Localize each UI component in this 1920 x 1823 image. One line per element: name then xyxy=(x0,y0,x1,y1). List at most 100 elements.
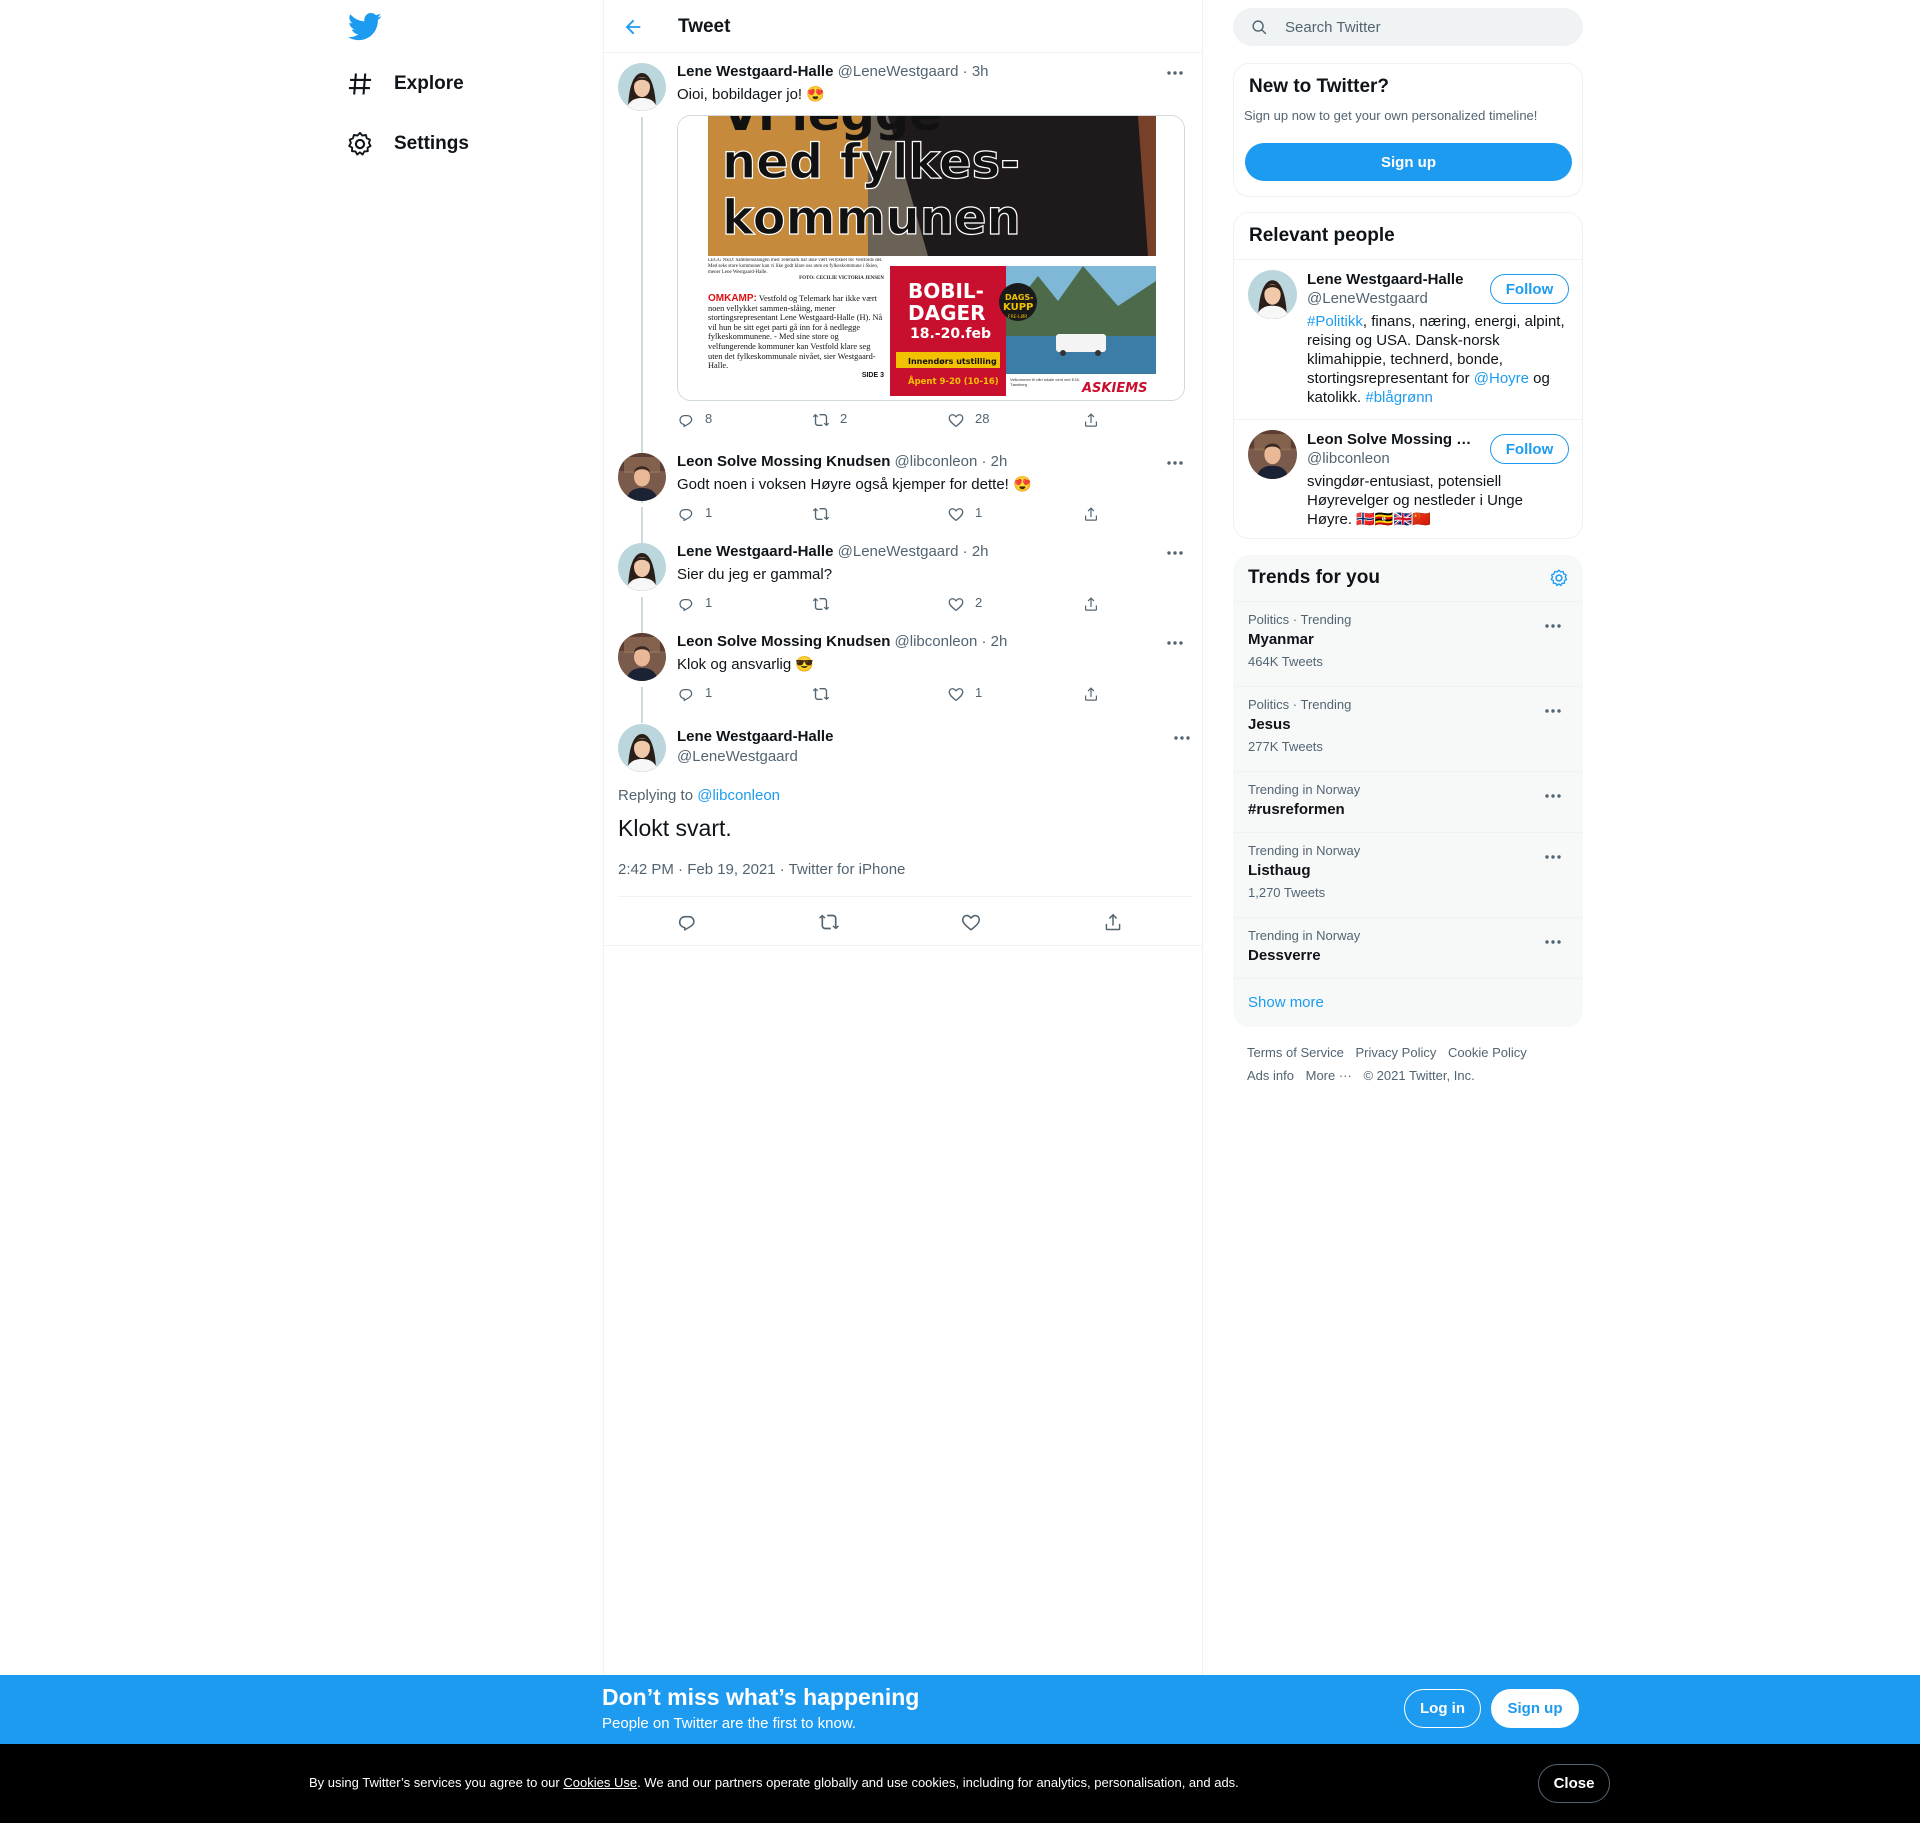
more-icon[interactable] xyxy=(1543,851,1563,863)
show-more-link[interactable]: Show more xyxy=(1248,994,1324,1011)
search-box[interactable] xyxy=(1233,8,1583,46)
tweet-time[interactable]: · 2h xyxy=(981,633,1007,650)
footer-link-ads[interactable]: Ads info xyxy=(1247,1068,1294,1083)
cookies-use-link[interactable]: Cookies Use xyxy=(563,1775,637,1790)
author-handle[interactable]: @libconleon xyxy=(895,633,978,650)
avatar[interactable] xyxy=(618,543,666,591)
share-action[interactable] xyxy=(1082,411,1110,429)
share-icon[interactable] xyxy=(1102,911,1124,933)
avatar[interactable] xyxy=(1248,430,1297,479)
gear-icon[interactable] xyxy=(1549,568,1569,588)
author-handle[interactable]: @LeneWestgaard xyxy=(677,748,798,765)
avatar[interactable] xyxy=(618,724,666,772)
more-icon[interactable] xyxy=(1543,936,1563,948)
reply-icon[interactable] xyxy=(676,911,698,933)
like-action[interactable]: 1 xyxy=(947,505,982,523)
author-name[interactable]: Lene Westgaard-Halle xyxy=(677,543,833,560)
person-name[interactable]: Lene Westgaard-Halle xyxy=(1307,271,1472,288)
person-name[interactable]: Leon Solve Mossing Knudsen xyxy=(1307,431,1472,448)
more-icon[interactable] xyxy=(1165,637,1185,649)
author-handle[interactable]: @libconleon xyxy=(895,453,978,470)
follow-button[interactable]: Follow xyxy=(1490,434,1569,464)
avatar[interactable] xyxy=(618,453,666,501)
retweet-icon[interactable] xyxy=(818,911,840,933)
nav-settings[interactable]: Settings xyxy=(346,124,469,164)
more-icon[interactable] xyxy=(1543,620,1563,632)
page-ref: SIDE 3 xyxy=(861,371,884,379)
person-card[interactable]: Lene Westgaard-Halle @LeneWestgaard Foll… xyxy=(1234,259,1582,419)
sign-up-button[interactable]: Sign up xyxy=(1491,1689,1579,1728)
reply-action[interactable]: 8 xyxy=(677,411,712,429)
like-icon xyxy=(947,411,965,429)
log-in-button[interactable]: Log in xyxy=(1404,1689,1481,1728)
show-more-row[interactable]: Show more xyxy=(1233,978,1583,1027)
footer-link-more[interactable]: More ··· xyxy=(1306,1068,1352,1083)
more-icon[interactable] xyxy=(1165,547,1185,559)
author-name[interactable]: Lene Westgaard-Halle xyxy=(677,728,833,745)
trend-item[interactable]: Trending in Norway Dessverre xyxy=(1233,917,1583,978)
share-action[interactable] xyxy=(1082,595,1110,613)
bio-mention-link[interactable]: @Hoyre xyxy=(1474,370,1529,387)
back-arrow-icon[interactable] xyxy=(622,16,644,38)
avatar[interactable] xyxy=(1248,270,1297,319)
thread-tweet[interactable]: Lene Westgaard-Halle @LeneWestgaard · 3h… xyxy=(618,63,1192,503)
retweet-icon xyxy=(812,595,830,613)
avatar[interactable] xyxy=(618,633,666,681)
like-action[interactable]: 28 xyxy=(947,411,989,429)
retweet-count: 2 xyxy=(840,411,848,426)
like-icon[interactable] xyxy=(960,911,982,933)
thread-tweet[interactable]: Lene Westgaard-Halle @LeneWestgaard · 2h… xyxy=(618,543,1192,633)
tweet-time[interactable]: · 2h xyxy=(981,453,1007,470)
tweet-time[interactable]: · 3h xyxy=(963,63,989,80)
replying-to: Replying to @libconleon xyxy=(618,787,780,804)
more-icon[interactable] xyxy=(1172,732,1192,744)
author-name[interactable]: Lene Westgaard-Halle xyxy=(677,63,833,80)
tweet-header: Lene Westgaard-Halle @LeneWestgaard · 2h xyxy=(677,543,1185,561)
share-action[interactable] xyxy=(1082,505,1110,523)
person-handle[interactable]: @LeneWestgaard xyxy=(1307,290,1428,307)
search-input[interactable] xyxy=(1285,8,1565,46)
tweet-media-newspaper-clipping[interactable]: Vi legge ned fylkes- kommunen LEGG NED: … xyxy=(677,115,1185,401)
replying-handle[interactable]: @libconleon xyxy=(697,787,780,804)
bio-hashtag-link[interactable]: #Politikk xyxy=(1307,313,1363,330)
close-button[interactable]: Close xyxy=(1538,1764,1610,1803)
person-card[interactable]: Leon Solve Mossing Knudsen @libconleon F… xyxy=(1234,419,1582,538)
sign-up-button[interactable]: Sign up xyxy=(1245,143,1572,181)
more-icon[interactable] xyxy=(1165,457,1185,469)
person-handle[interactable]: @libconleon xyxy=(1307,450,1390,467)
trend-item[interactable]: Trending in Norway #rusreformen xyxy=(1233,771,1583,832)
more-icon[interactable] xyxy=(1543,705,1563,717)
retweet-action[interactable] xyxy=(812,685,840,703)
thread-tweet[interactable]: Leon Solve Mossing Knudsen @libconleon ·… xyxy=(618,453,1192,543)
reply-action[interactable]: 1 xyxy=(677,505,712,523)
avatar[interactable] xyxy=(618,63,666,111)
footer-link-terms[interactable]: Terms of Service xyxy=(1247,1045,1344,1060)
tweet-timestamp[interactable]: 2:42 PM · Feb 19, 2021 · Twitter for iPh… xyxy=(618,861,905,878)
more-icon[interactable] xyxy=(1165,67,1185,79)
like-action[interactable]: 2 xyxy=(947,595,982,613)
twitter-logo-icon[interactable] xyxy=(348,12,382,42)
author-name[interactable]: Leon Solve Mossing Knudsen xyxy=(677,633,890,650)
author-handle[interactable]: @LeneWestgaard xyxy=(838,63,959,80)
author-name[interactable]: Leon Solve Mossing Knudsen xyxy=(677,453,890,470)
more-icon[interactable] xyxy=(1543,790,1563,802)
author-handle[interactable]: @LeneWestgaard xyxy=(838,543,959,560)
like-action[interactable]: 1 xyxy=(947,685,982,703)
follow-button[interactable]: Follow xyxy=(1490,274,1569,304)
like-count: 1 xyxy=(975,685,983,700)
bio-hashtag-link[interactable]: #blågrønn xyxy=(1365,389,1433,406)
nav-explore[interactable]: Explore xyxy=(346,64,464,104)
thread-tweet[interactable]: Leon Solve Mossing Knudsen @libconleon ·… xyxy=(618,633,1192,723)
trend-item[interactable]: Politics · Trending Jesus 277K Tweets xyxy=(1233,686,1583,771)
trend-item[interactable]: Politics · Trending Myanmar 464K Tweets xyxy=(1233,601,1583,686)
reply-action[interactable]: 1 xyxy=(677,595,712,613)
footer-link-privacy[interactable]: Privacy Policy xyxy=(1355,1045,1436,1060)
retweet-action[interactable] xyxy=(812,505,840,523)
reply-action[interactable]: 1 xyxy=(677,685,712,703)
trend-item[interactable]: Trending in Norway Listhaug 1,270 Tweets xyxy=(1233,832,1583,917)
retweet-action[interactable] xyxy=(812,595,840,613)
tweet-time[interactable]: · 2h xyxy=(963,543,989,560)
footer-link-cookie[interactable]: Cookie Policy xyxy=(1448,1045,1527,1060)
share-action[interactable] xyxy=(1082,685,1110,703)
retweet-action[interactable]: 2 xyxy=(812,411,847,429)
